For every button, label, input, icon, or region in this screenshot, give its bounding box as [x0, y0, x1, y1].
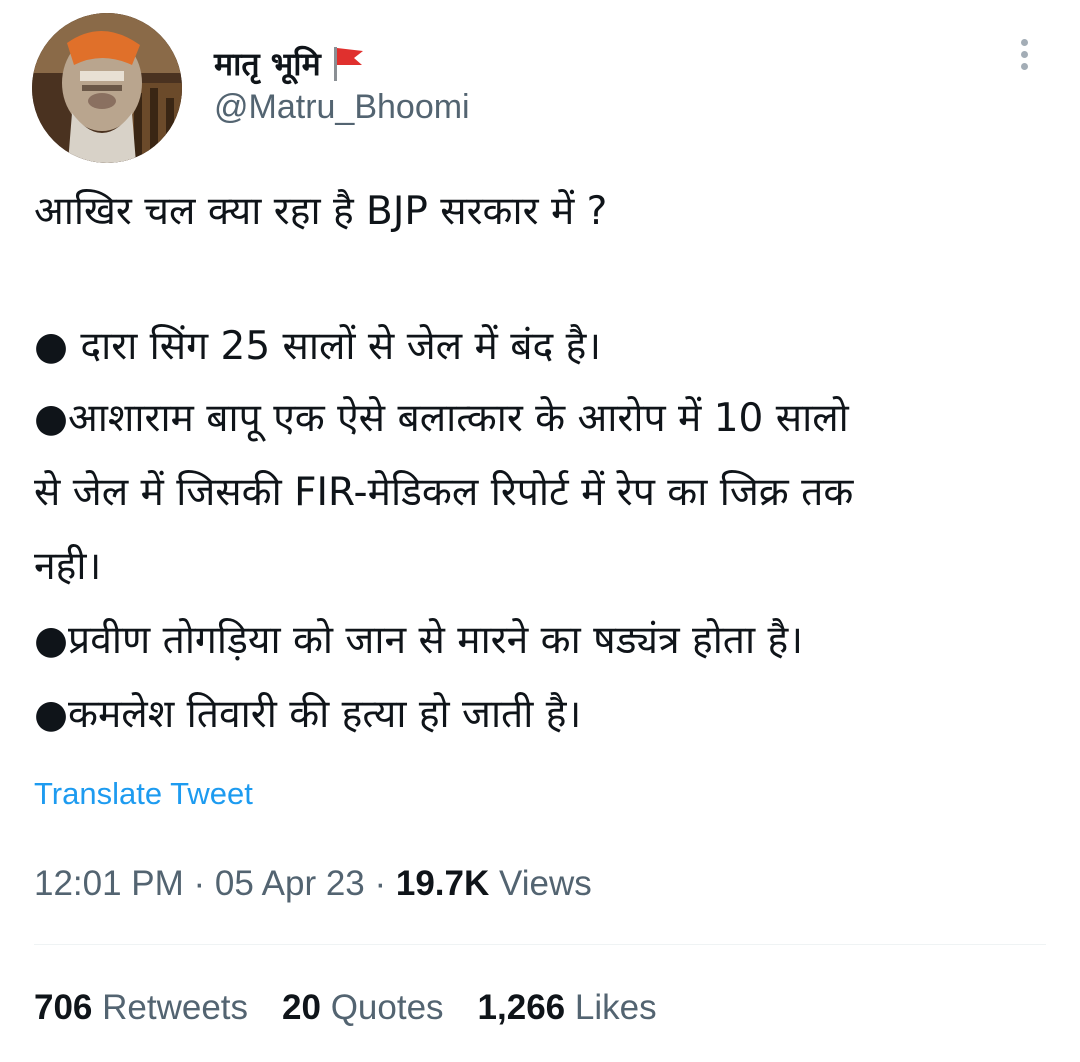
- views-count: 19.7K: [395, 864, 490, 903]
- tweet-text-line: आखिर चल क्या रहा है BJP सरकार में ?: [34, 189, 608, 234]
- translate-tweet-link[interactable]: Translate Tweet: [34, 776, 253, 812]
- author-name-row[interactable]: मातृ भूमि: [214, 40, 367, 86]
- likes-stat[interactable]: 1,266 Likes: [478, 988, 657, 1028]
- red-flag-icon: [329, 43, 367, 83]
- avatar[interactable]: [32, 13, 182, 163]
- retweets-label: Retweets: [92, 988, 249, 1027]
- likes-count: 1,266: [477, 988, 566, 1027]
- author-display-name[interactable]: मातृ भूमि: [214, 42, 321, 85]
- more-options-icon[interactable]: [1004, 34, 1044, 74]
- author-handle[interactable]: @Matru_Bhoomi: [214, 88, 470, 127]
- avatar-image: [32, 13, 182, 163]
- tweet-text-line: ● दारा सिंग 25 सालों से जेल में बंद है।: [34, 324, 602, 369]
- tweet-text-line: ●प्रवीण तोगड़िया को जान से मारने का षड्य…: [34, 618, 804, 663]
- quotes-label: Quotes: [320, 988, 444, 1027]
- tweet-date[interactable]: 05 Apr 23: [215, 864, 365, 903]
- tweet-time[interactable]: 12:01 PM: [34, 864, 184, 903]
- divider: [34, 944, 1046, 945]
- meta-separator: ·: [364, 864, 396, 903]
- likes-label: Likes: [565, 988, 657, 1027]
- tweet-text-line: ●आशाराम बापू एक ऐसे बलात्कार के आरोप में…: [34, 396, 849, 441]
- tweet-meta: 12:01 PM · 05 Apr 23 · 19.7K Views: [34, 864, 592, 904]
- tweet-text-line: ●कमलेश तिवारी की हत्या हो जाती है।: [34, 692, 582, 737]
- quotes-count: 20: [282, 988, 321, 1027]
- quotes-stat[interactable]: 20 Quotes: [282, 988, 444, 1028]
- engagement-stats: 706 Retweets 20 Quotes 1,266 Likes: [34, 988, 657, 1028]
- views-label: Views: [489, 864, 592, 903]
- tweet-detail: मातृ भूमि @Matru_Bhoomi आखिर चल क्या रहा…: [0, 0, 1080, 1062]
- meta-separator: ·: [183, 864, 215, 903]
- retweets-stat[interactable]: 706 Retweets: [34, 988, 248, 1028]
- tweet-text-line: से जेल में जिसकी FIR-मेडिकल रिपोर्ट में …: [34, 470, 854, 515]
- retweets-count: 706: [34, 988, 93, 1027]
- tweet-text-line: नही।: [34, 544, 102, 589]
